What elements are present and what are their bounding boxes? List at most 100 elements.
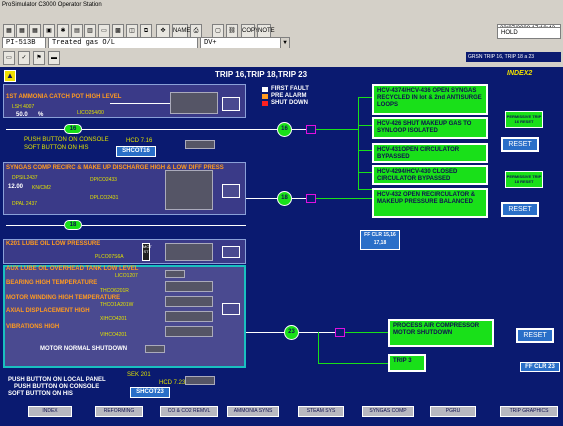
soft-button-his-label: SOFT BUTTON ON HIS [24,145,89,151]
note-button[interactable]: NOTE [257,24,275,38]
hold-field[interactable]: HOLD [497,27,561,39]
navigate-icon[interactable]: ✥ [156,24,170,38]
operator-station-window: ProSimulator C3000 Operator Station ▦ ▦ … [0,0,563,426]
tag-label: LICO1207 [115,273,138,279]
print-icon[interactable]: ⎙ [190,24,202,38]
nav-ammonia-syns[interactable]: AMMONIA SYNS [227,406,279,417]
output-line [358,172,372,173]
trip-logic-box [170,92,218,114]
logic-gate [306,125,316,134]
graphic-icon[interactable]: ▣ [43,24,55,38]
reset-button-18[interactable]: RESET [501,202,539,217]
signal-line [82,225,246,226]
index2-link[interactable]: INDEX2 [507,70,532,77]
trip16-node: 16 [64,124,82,134]
point-description-value: Treated gas O/L [52,39,116,47]
nav-index[interactable]: INDEX [28,406,72,417]
reset-button-23[interactable]: RESET [516,328,554,343]
bottom-navigation: INDEX REFORMING CO & CO2 REMVL AMMONIA S… [0,402,563,426]
overview-icon[interactable]: ▦ [3,24,15,38]
tag-label: LICO254/00 [77,110,104,116]
name-button[interactable]: NAME [172,24,190,38]
alarm-icon[interactable]: ✱ [57,24,69,38]
monitor-icon[interactable]: ▢ [212,24,224,38]
action-box: HCV-431OPEN CIRCULATOR BYPASSED [372,143,488,163]
point-tag-value: PI-513B [6,39,36,47]
window-title: ProSimulator C3000 Operator Station [0,0,563,10]
alarm-banner[interactable]: GRSN TRIP 16, TRIP 18 a 23 [466,52,561,62]
ff-clear-label-2: 17,18 [373,240,387,246]
push-button-console-label: PUSH BUTTON ON CONSOLE [14,384,100,390]
trend-icon[interactable]: ▦ [29,24,41,38]
section-title: AXIAL DISPLACEMENT HIGH [6,308,90,314]
link-icon[interactable]: ⛓ [226,24,238,38]
nav-syngas-comp[interactable]: SYNGAS COMP [362,406,414,417]
nav-reforming[interactable]: REFORMING [95,406,143,417]
tag-label: THCO6201R [100,288,129,294]
section-title: MOTOR NORMAL SHUTDOWN [40,346,128,352]
note-icon[interactable]: ▬ [48,51,60,65]
group-icon[interactable]: ▦ [16,24,28,38]
signal-line [246,332,284,333]
measured-value: 12.00 [8,184,24,190]
switch-icon [222,246,240,258]
status-box [145,345,165,353]
page-icon[interactable]: ▭ [3,51,15,65]
switch-icon [222,184,240,198]
check-icon[interactable]: ✓ [18,51,30,65]
copy-button[interactable]: COPY [241,24,259,38]
output-line [345,332,388,333]
split-icon[interactable]: ◫ [126,24,138,38]
tag-label: XIHCO4201 [100,316,127,322]
trip-graphic-canvas: ▲ TRIP 16,TRIP 18,TRIP 23 INDEX2 1ST AMM… [0,67,563,402]
hcd-tag: HCD 7.16 [126,138,153,144]
trip-logic-box [165,311,213,322]
ff-clear-23-button[interactable]: FF CLR 23 [520,362,560,372]
reset-button-16[interactable]: RESET [501,137,539,152]
trip-logic-box [165,281,213,292]
nav-trip-graphics[interactable]: TRIP GRAPHICS [500,406,558,417]
up-arrow-icon[interactable]: ▲ [4,70,16,82]
chevron-down-icon[interactable]: ▼ [280,38,289,48]
legend-first-fault: FIRST FAULT [271,86,309,92]
action-box: PROCESS AIR COMPRESSOR MOTOR SHUTDOWN [388,319,494,347]
section-title: K201 LUBE OIL LOW PRESSURE [6,241,101,247]
output-line [358,150,372,151]
output-line [358,189,372,190]
flag-icon[interactable]: ⚑ [33,51,45,65]
tag-label: DPICO2433 [90,177,117,183]
trip23-junction: 23 [284,325,299,340]
tag-label: DPAL 2437 [12,201,38,207]
chart-icon[interactable]: ▥ [84,24,96,38]
action-box: HCV-432 OPEN RECIRCULATOR & MAKEUP PRESS… [372,188,488,218]
switch-icon [222,97,240,111]
legend-swatch-first [262,87,268,92]
hcd-tag: HCD 7.23 [159,380,186,386]
trip-logic-box [165,326,213,337]
trip16-junction: 16 [277,122,292,137]
hold-value: HOLD [501,30,518,36]
unit-label: % [38,112,44,118]
trip18-junction: 18 [277,191,292,206]
window-icon[interactable]: ▭ [98,24,110,38]
page-title: TRIP 16,TRIP 18,TRIP 23 [215,70,308,79]
layout-icon[interactable]: ▩ [112,24,124,38]
ff-clear-15-18-button[interactable]: FF CLR 15,16 17,18 [360,230,400,250]
shcot23-button[interactable]: SHCOT23 [130,387,170,398]
main-toolbar: ▦ ▦ ▦ ▣ ✱ ▤ ▥ ▭ ▩ ◫ ⧉ ✥ NAME ⎙ ▢ ⛓ COPY … [0,10,563,38]
permissive-trip16: PERMISSIVE TRIP 16 RESET [505,111,543,128]
status-box [185,376,215,385]
tune-icon[interactable]: ⧉ [140,24,152,38]
tag-label: PLCO07S6A [95,254,124,260]
logic-gate [306,194,316,203]
nav-co-co2-removal[interactable]: CO & CO2 REMVL [160,406,218,417]
stamp-indicator: MOT ST [142,243,152,261]
shcot16-button[interactable]: SHCOT16 [116,146,156,157]
nav-steam-sys[interactable]: STEAM SYS [298,406,344,417]
output-bus [358,97,359,190]
push-button-console-label: PUSH BUTTON ON CONSOLE [24,137,109,143]
legend-swatch-shut [262,101,268,106]
nav-pgru[interactable]: PGRU [430,406,476,417]
output-line [358,97,372,98]
panel-icon[interactable]: ▤ [71,24,83,38]
